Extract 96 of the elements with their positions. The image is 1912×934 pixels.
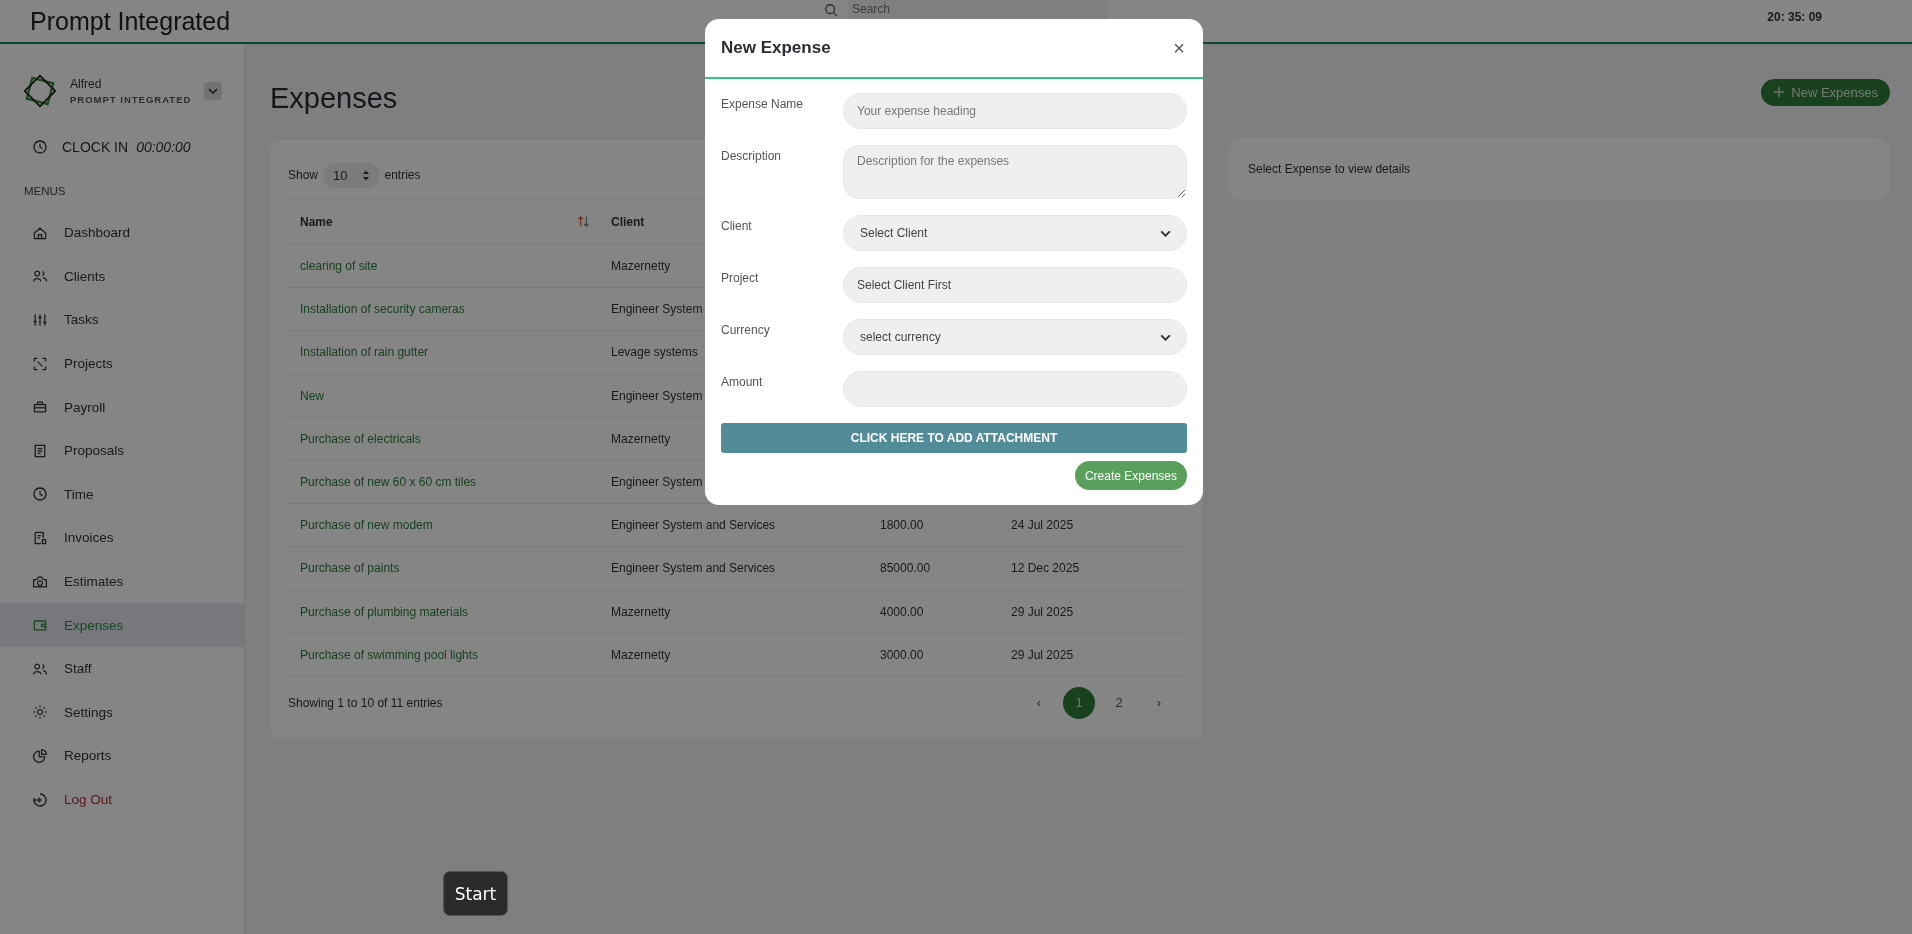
table-cell: Mazernetty [611, 647, 671, 662]
section-heading: MENUS [23, 185, 67, 197]
app-title: Prompt Integrated [30, 6, 232, 36]
field-label: Description [721, 148, 783, 163]
table-cell: 29 Jul 2025 [1011, 647, 1074, 662]
search-icon [824, 3, 838, 17]
sliders-icon [32, 312, 48, 328]
table-cell: Engineer System and Services [611, 518, 776, 533]
expense-name-link[interactable]: Installation of rain gutter [300, 345, 429, 360]
company-name: PROMPT INTEGRATED [70, 94, 192, 105]
close-button[interactable]: × [1171, 36, 1187, 60]
menu-item[interactable]: Tasks [0, 298, 244, 342]
expense-name-link[interactable]: Purchase of paints [300, 561, 400, 576]
field-label: Currency [721, 322, 771, 337]
table-cell: 1800.00 [880, 518, 924, 533]
sort-arrows-icon[interactable] [577, 215, 590, 228]
menu-item[interactable]: Proposals [0, 428, 244, 473]
menu-item[interactable]: Estimates [0, 559, 244, 604]
select-field[interactable]: Select Client [843, 215, 1187, 251]
menu-item[interactable]: Time [0, 472, 244, 517]
table-cell: 4000.00 [880, 604, 924, 619]
description-field[interactable]: Description for the expenses [843, 145, 1187, 199]
input-field[interactable]: Your expense heading [843, 93, 1187, 129]
table-cell: Engineer System [611, 475, 703, 490]
new-expenses-button[interactable]: New Expenses [1761, 78, 1890, 106]
add-attachment-button[interactable]: CLICK HERE TO ADD ATTACHMENT [721, 423, 1187, 453]
field-label: Expense Name [721, 96, 805, 111]
expense-name-link[interactable]: Purchase of plumbing materials [300, 604, 469, 619]
table-cell: 85000.00 [880, 561, 931, 576]
table-cell: Engineer System and Services [611, 561, 776, 576]
user-name: Alfred [70, 77, 103, 91]
expense-name-link[interactable]: clearing of site [300, 259, 378, 274]
chevron-down-icon [207, 85, 219, 97]
expense-name-link[interactable]: Purchase of new modem [300, 518, 433, 533]
start-button[interactable]: Start [443, 871, 508, 916]
show-label: Show [288, 168, 319, 182]
menu-item[interactable]: Projects [0, 341, 244, 386]
users-icon [32, 268, 48, 285]
clock-icon [32, 139, 48, 155]
select-field[interactable]: select currency [843, 319, 1187, 355]
page-button[interactable]: 2 [1103, 686, 1135, 719]
column-header[interactable]: Client [611, 214, 645, 229]
account-dropdown[interactable] [204, 82, 222, 100]
table-cell: 29 Jul 2025 [1011, 604, 1074, 619]
create-expenses-button[interactable]: Create Expenses [1074, 461, 1187, 490]
input-field[interactable] [843, 371, 1187, 407]
logout-icon [32, 791, 48, 808]
page-title: Expenses [270, 80, 398, 115]
menu-item[interactable]: Invoices [0, 516, 244, 560]
table-cell: 24 Jul 2025 [1011, 518, 1074, 533]
details-message: Select Expense to view details [1248, 162, 1411, 176]
page-button[interactable]: 1 [1063, 686, 1095, 719]
field-label: Client [721, 218, 753, 233]
clock-in-label[interactable]: CLOCK IN [62, 139, 129, 155]
document-icon [32, 442, 48, 459]
expense-name-link[interactable]: Installation of security cameras [300, 302, 465, 317]
receipt-icon [32, 529, 48, 546]
menu-item[interactable]: Reports [0, 734, 244, 778]
menu-item[interactable]: Clients [0, 254, 244, 299]
table-cell: Mazernetty [611, 431, 671, 446]
gear-icon [32, 704, 48, 721]
input-field[interactable]: Select Client First [843, 267, 1187, 303]
field-label: Amount [721, 374, 764, 389]
table-cell: Engineer System [611, 388, 703, 403]
clock-in-time: 00:00:00 [136, 139, 191, 155]
table-cell: Engineer System [611, 302, 703, 317]
table-cell: Mazernetty [611, 604, 671, 619]
next-page-button[interactable]: › [1143, 686, 1175, 719]
expense-name-link[interactable]: Purchase of new 60 x 60 cm tiles [300, 475, 477, 490]
entries-info: Showing 1 to 10 of 11 entries [288, 695, 443, 710]
modal-title: New Expense [721, 38, 831, 58]
menu-item[interactable]: Payroll [0, 385, 244, 429]
field-label: Project [721, 270, 760, 285]
table-cell: Mazernetty [611, 259, 671, 274]
expense-name-link[interactable]: Purchase of swimming pool lights [300, 647, 479, 662]
menu-item[interactable]: Dashboard [0, 211, 244, 255]
menu-item[interactable]: Staff [0, 646, 244, 691]
page-size-select[interactable]: 10 [323, 162, 380, 188]
entries-label: entries [384, 168, 421, 182]
plus-icon [1773, 86, 1786, 98]
expense-name-link[interactable]: Purchase of electricals [300, 431, 421, 446]
sort-icon [361, 169, 370, 181]
table-cell: 3000.00 [880, 647, 924, 662]
menu-item[interactable]: Expenses [0, 603, 244, 647]
expense-name-link[interactable]: New [300, 388, 324, 403]
frame-icon [32, 355, 48, 372]
clock-icon [32, 486, 48, 503]
menu-item[interactable]: Log Out [0, 777, 244, 822]
pie-chart-icon [32, 747, 48, 764]
logo-icon [22, 73, 58, 109]
clock-time: 20: 35: 09 [1767, 10, 1822, 24]
menu-item[interactable]: Settings [0, 690, 244, 735]
previous-page-button[interactable]: ‹ [1023, 686, 1055, 719]
table-cell: 12 Dec 2025 [1011, 561, 1080, 576]
column-header[interactable]: Name [300, 214, 333, 229]
table-cell: Levage systems [611, 345, 698, 360]
